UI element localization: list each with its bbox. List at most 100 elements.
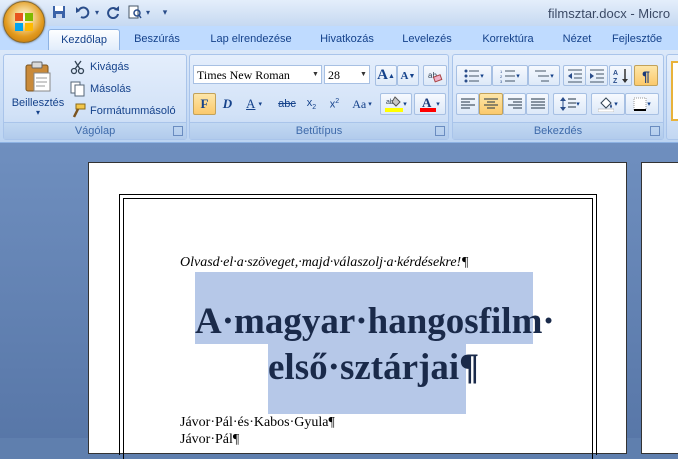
underline-dropdown-icon[interactable]: ▾ [258, 100, 262, 108]
group-paragraph: Bekezdés ▾ 123 ▾ ▾ AZ ¶ ▾ ▾ ▾ [452, 54, 664, 140]
format-painter-label: Formátummásoló [90, 105, 176, 117]
font-color-dropdown-icon[interactable]: ▾ [436, 100, 440, 108]
underline-icon: A [246, 96, 256, 111]
italic-icon: D [222, 96, 233, 111]
paint-bucket-icon [598, 97, 615, 112]
preview-dropdown-icon[interactable]: ▾ [144, 3, 152, 21]
format-painter-button[interactable]: Formátummásoló [70, 102, 176, 120]
office-button[interactable] [3, 1, 45, 43]
shading-dropdown-icon[interactable]: ▾ [614, 100, 618, 108]
clipboard-launcher-icon[interactable] [173, 126, 183, 136]
multilevel-list-icon [535, 70, 550, 81]
font-size-value: 28 [328, 68, 340, 82]
undo-icon[interactable] [72, 3, 94, 21]
tab-korrektura[interactable]: Korrektúra [472, 29, 544, 50]
tab-nezet[interactable]: Nézet [554, 29, 600, 50]
shading-button[interactable]: ▾ [591, 93, 625, 115]
borders-button[interactable]: ▾ [625, 93, 659, 115]
tab-levelezes[interactable]: Levelezés [393, 29, 461, 50]
bullets-dropdown-icon[interactable]: ▾ [480, 72, 484, 80]
sort-button[interactable]: AZ [609, 65, 632, 86]
tab-fejlesztoeszkozok[interactable]: Fejlesztőe [612, 29, 678, 50]
tab-lap-elrendezese[interactable]: Lap elrendezése [200, 29, 302, 50]
superscript-button[interactable]: x2 [323, 93, 346, 115]
highlighter-icon: ab [385, 96, 404, 112]
subscript-icon: x2 [306, 96, 317, 112]
paragraph-launcher-icon[interactable] [650, 126, 660, 136]
undo-dropdown-icon[interactable]: ▾ [93, 3, 101, 21]
line-spacing-button[interactable]: ▾ [553, 93, 587, 115]
document-page-next[interactable] [641, 162, 678, 454]
paste-button[interactable]: Beillesztés ▾ [7, 57, 69, 121]
title-line-2[interactable]: első·sztárjai¶ [268, 346, 479, 389]
numbering-button[interactable]: 123 ▾ [492, 65, 528, 86]
italic-button[interactable]: D [216, 93, 239, 115]
group-paragraph-label: Bekezdés [453, 122, 663, 139]
align-right-icon [507, 98, 522, 109]
grow-font-button[interactable]: A ▲ [375, 65, 397, 86]
align-center-button[interactable] [479, 93, 503, 115]
highlight-dropdown-icon[interactable]: ▾ [403, 100, 407, 108]
paste-dropdown-icon: ▾ [35, 108, 40, 117]
bullets-button[interactable]: ▾ [456, 65, 492, 86]
increase-indent-button[interactable] [585, 65, 608, 86]
svg-text:A: A [613, 70, 618, 77]
strikethrough-icon: abc [278, 98, 296, 110]
change-case-dropdown-icon: ▾ [368, 100, 372, 108]
print-preview-icon[interactable] [126, 3, 144, 21]
tab-hivatkozas[interactable]: Hivatkozás [312, 29, 382, 50]
paste-icon [25, 61, 51, 92]
borders-dropdown-icon[interactable]: ▾ [647, 100, 651, 108]
tab-beszuras[interactable]: Beszúrás [125, 29, 189, 50]
show-marks-button[interactable]: ¶ [634, 65, 658, 86]
numbering-icon: 123 [500, 69, 516, 83]
office-logo-icon [13, 11, 35, 33]
strikethrough-button[interactable]: abc [274, 93, 300, 115]
line-spacing-dropdown-icon[interactable]: ▾ [576, 100, 580, 108]
font-color-button[interactable]: A ▾ [414, 93, 446, 115]
multilevel-list-button[interactable]: ▾ [528, 65, 560, 86]
decrease-indent-button[interactable] [563, 65, 586, 86]
cut-button[interactable]: Kivágás [70, 58, 129, 76]
customize-qat-icon[interactable]: ▾ [160, 3, 170, 21]
font-name-dropdown-icon[interactable]: ▼ [310, 66, 321, 83]
shrink-font-button[interactable]: A ▼ [397, 65, 419, 86]
justify-button[interactable] [526, 93, 549, 115]
sort-icon: AZ [613, 68, 628, 84]
copy-button[interactable]: Másolás [70, 80, 131, 98]
redo-icon[interactable] [104, 3, 122, 21]
align-left-icon [460, 98, 475, 109]
superscript-icon: x2 [329, 97, 340, 111]
tab-kezdolap[interactable]: Kezdőlap [48, 29, 120, 51]
bold-button[interactable]: F [193, 93, 216, 115]
numbering-dropdown-icon[interactable]: ▾ [516, 72, 520, 80]
highlight-button[interactable]: ab ▾ [380, 93, 412, 115]
clear-formatting-button[interactable]: ab [423, 65, 447, 86]
instruction-paragraph[interactable]: Olvasd·el·a·szöveget,·majd·válaszolj·a·k… [180, 255, 469, 271]
copy-icon [70, 81, 85, 97]
underline-button[interactable]: A ▾ [239, 93, 269, 115]
svg-text:A: A [422, 95, 432, 110]
font-name-combobox[interactable]: Times New Roman ▼ [193, 65, 322, 84]
change-case-button[interactable]: Aa ▾ [346, 93, 378, 115]
line-spacing-icon [560, 97, 577, 111]
align-right-button[interactable] [503, 93, 526, 115]
clear-formatting-icon: ab [428, 71, 443, 82]
font-size-dropdown-icon[interactable]: ▼ [358, 66, 369, 83]
title-line-1[interactable]: A·magyar·hangosfilm· [195, 300, 555, 343]
body-paragraph-2[interactable]: Jávor·Pál¶ [180, 432, 239, 448]
subscript-button[interactable]: x2 [300, 93, 323, 115]
grow-font-icon: A [377, 67, 388, 83]
save-icon[interactable] [50, 3, 68, 21]
body-paragraph-1[interactable]: Jávor·Pál·és·Kabos·Gyula¶ [180, 415, 335, 431]
group-font-label: Betűtípus [190, 122, 448, 139]
font-size-combobox[interactable]: 28 ▼ [324, 65, 370, 84]
borders-icon [633, 97, 647, 111]
multilevel-dropdown-icon[interactable]: ▾ [550, 72, 554, 80]
pilcrow-icon: ¶ [642, 67, 650, 84]
align-left-button[interactable] [456, 93, 479, 115]
align-center-icon [484, 98, 498, 109]
font-launcher-icon[interactable] [435, 126, 445, 136]
svg-text:Z: Z [613, 78, 618, 84]
styles-gallery-item[interactable] [671, 61, 678, 121]
